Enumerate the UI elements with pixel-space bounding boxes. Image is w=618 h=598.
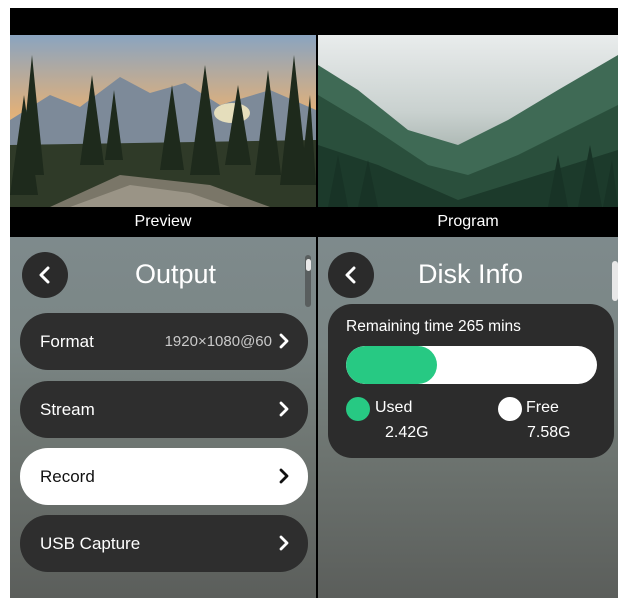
program-video: [318, 35, 618, 207]
chevron-left-icon: [39, 266, 50, 284]
menu-row-usb-capture[interactable]: USB Capture: [20, 515, 308, 572]
program-caption: Program: [437, 213, 499, 230]
used-label: Used: [375, 399, 413, 416]
output-back-button[interactable]: [22, 252, 68, 298]
disk-usage-bar: [346, 346, 597, 384]
menu-label-format: Format: [40, 331, 94, 351]
menu-label-usb-capture: USB Capture: [40, 533, 141, 553]
menu-label-stream: Stream: [40, 399, 95, 419]
disk-usage-card: Remaining time 265 mins Used 2.42G Free …: [328, 304, 614, 458]
used-dot-icon: [346, 397, 370, 421]
menu-label-record: Record: [40, 466, 95, 486]
chevron-left-icon: [345, 266, 356, 284]
chevron-right-icon: [279, 333, 289, 349]
chevron-right-icon: [279, 468, 289, 484]
disk-info-panel: Disk Info Remaining time 265 mins Used 2…: [318, 237, 618, 598]
format-value: 1920×1080@60: [164, 333, 272, 350]
output-title: Output: [135, 259, 217, 289]
output-scroll-thumb[interactable]: [306, 259, 311, 271]
chevron-right-icon: [279, 535, 289, 551]
disk-scroll-thumb[interactable]: [612, 261, 618, 301]
disk-used-fill: [346, 346, 437, 384]
chevron-right-icon: [279, 401, 289, 417]
free-dot-icon: [498, 397, 522, 421]
device-screen: Preview Program Output Format 1920×1080@…: [10, 8, 618, 598]
used-value: 2.42G: [385, 424, 429, 441]
disk-back-button[interactable]: [328, 252, 374, 298]
output-panel: Output Format 1920×1080@60 Stream Record…: [10, 237, 316, 598]
remaining-time: Remaining time 265 mins: [346, 318, 521, 335]
free-label: Free: [526, 399, 559, 416]
menu-row-record[interactable]: Record: [20, 448, 308, 505]
disk-info-title: Disk Info: [418, 259, 524, 289]
menu-row-stream[interactable]: Stream: [20, 381, 308, 438]
menu-row-format[interactable]: Format 1920×1080@60: [20, 313, 308, 370]
preview-caption: Preview: [134, 213, 192, 230]
free-value: 7.58G: [527, 424, 571, 441]
preview-video: [10, 35, 316, 207]
